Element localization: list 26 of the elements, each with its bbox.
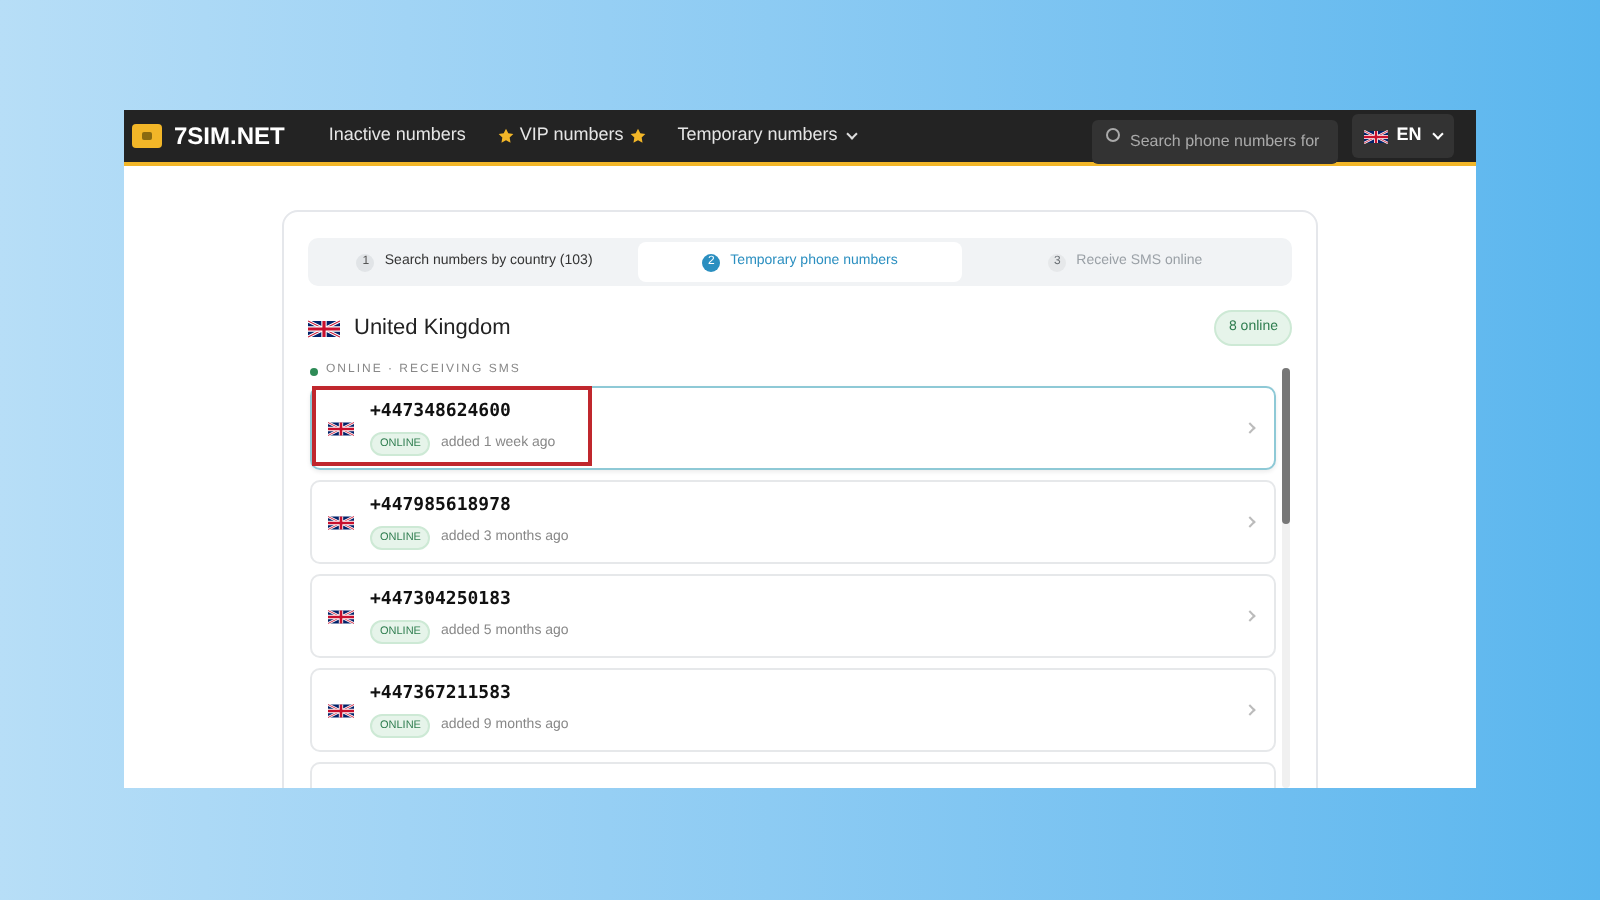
language-selector[interactable]: EN <box>1352 114 1454 158</box>
phone-number: +447367211583 <box>370 681 513 708</box>
uk-flag-icon <box>308 319 340 337</box>
uk-flag-icon <box>328 609 354 623</box>
phone-number: +447348624600 <box>370 399 513 426</box>
chevron-right-icon <box>1244 422 1256 434</box>
scrollbar-thumb[interactable] <box>1282 368 1290 524</box>
uk-flag-icon <box>328 421 354 435</box>
search-field[interactable]: Search phone numbers for <box>1092 119 1338 163</box>
uk-flag-icon <box>328 703 354 717</box>
nav-link[interactable]: Temporary numbers <box>677 122 856 150</box>
star-icon <box>497 128 514 144</box>
phone-number: +447304250183 <box>370 587 513 614</box>
chevron-right-icon <box>1244 516 1256 528</box>
uk-flag-icon <box>1364 129 1389 143</box>
search-icon <box>1106 128 1120 142</box>
nav-link[interactable]: VIP numbers <box>497 122 646 150</box>
uk-flag-icon <box>328 515 354 529</box>
phone-number: +447985618978 <box>370 493 513 520</box>
country-name: United Kingdom <box>354 313 511 344</box>
sim-card-icon <box>132 124 162 148</box>
chevron-right-icon <box>1244 610 1256 622</box>
nav-link[interactable]: Inactive numbers <box>328 122 466 150</box>
star-icon <box>629 128 646 144</box>
site-logo[interactable]: 7SIM.NET <box>174 118 285 154</box>
chevron-right-icon <box>1244 704 1256 716</box>
